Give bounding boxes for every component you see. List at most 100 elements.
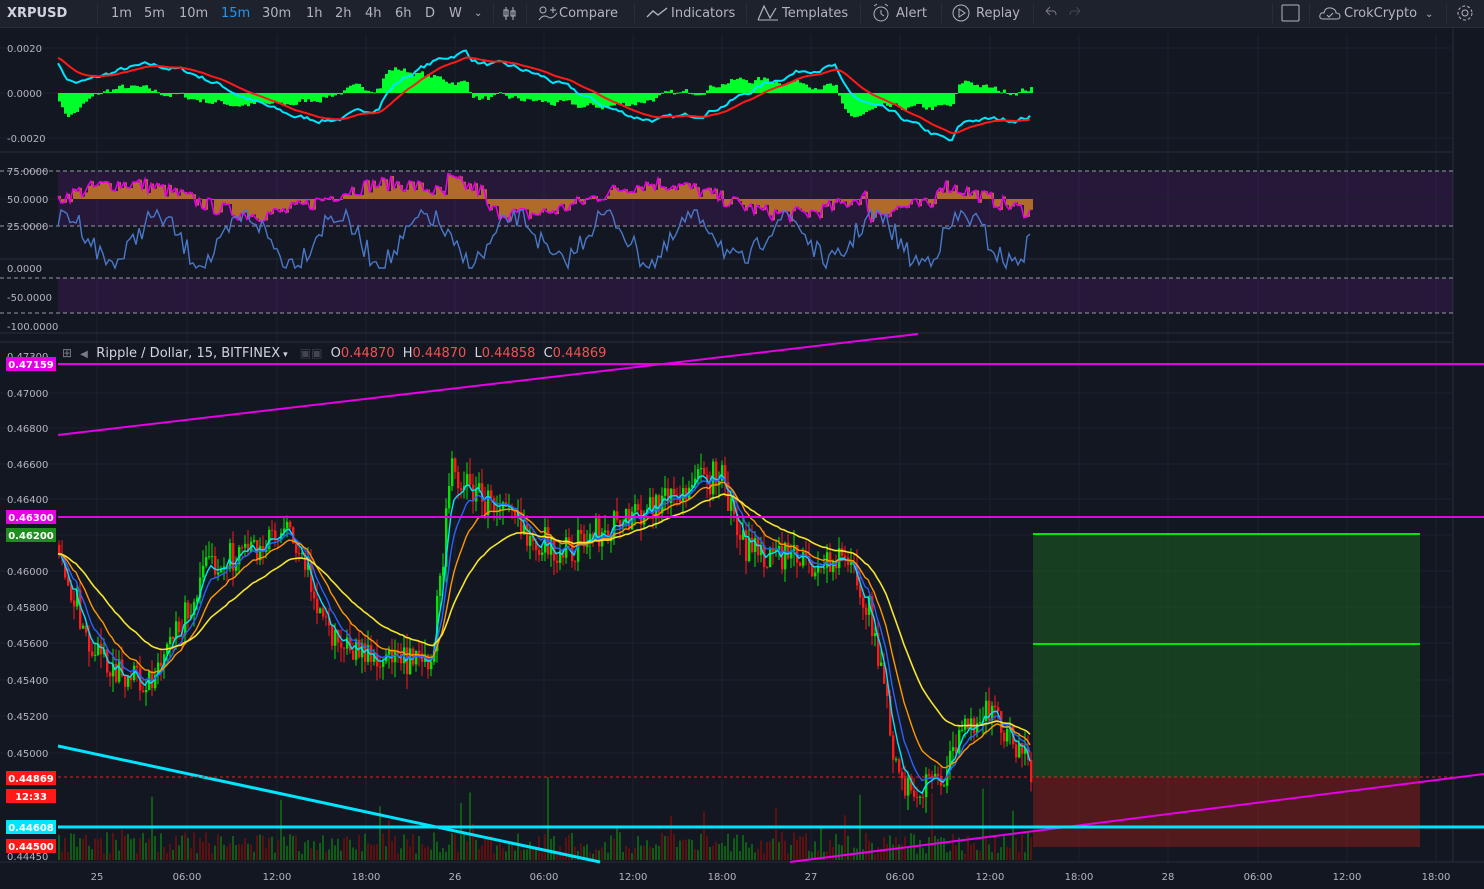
templates-button[interactable]: Templates bbox=[756, 0, 848, 27]
volume-bar bbox=[226, 846, 228, 860]
candle-body bbox=[961, 729, 964, 731]
macd-histogram-bar bbox=[997, 90, 1000, 93]
macd-histogram-bar bbox=[973, 85, 976, 93]
volume-bar bbox=[58, 835, 60, 860]
interval-chevron-down-icon[interactable]: ⌄ bbox=[474, 0, 482, 27]
interval-1m[interactable]: 1m bbox=[111, 0, 132, 27]
toolbar-divider bbox=[941, 4, 942, 23]
volume-bar bbox=[364, 833, 366, 860]
fullscreen-icon[interactable] bbox=[1281, 0, 1301, 27]
rsi-fill-bar bbox=[94, 186, 97, 199]
rsi-fill-bar bbox=[415, 189, 418, 199]
rsi-fill-bar bbox=[811, 199, 814, 211]
macd-histogram-bar bbox=[631, 93, 634, 105]
candle-body bbox=[700, 468, 703, 470]
legend-collapse-icon[interactable]: ◀ bbox=[80, 346, 92, 364]
macd-histogram-bar bbox=[58, 93, 61, 102]
volume-bar bbox=[82, 838, 84, 860]
layout-menu-button[interactable]: CrokCrypto ⌄ bbox=[1318, 0, 1433, 27]
macd-histogram-bar bbox=[520, 93, 523, 101]
interval-4h[interactable]: 4h bbox=[365, 0, 382, 27]
volume-bar bbox=[988, 844, 990, 860]
volume-bar bbox=[622, 851, 624, 860]
volume-bar bbox=[274, 852, 276, 860]
volume-bar bbox=[67, 852, 69, 860]
symbol-search[interactable]: XRPUSD bbox=[7, 0, 67, 27]
volume-bar bbox=[265, 848, 267, 860]
interval-d[interactable]: D bbox=[425, 0, 435, 27]
macd-histogram-bar bbox=[1012, 93, 1015, 95]
interval-30m[interactable]: 30m bbox=[262, 0, 291, 27]
volume-bar bbox=[73, 833, 75, 860]
macd-histogram-bar bbox=[640, 93, 643, 103]
rsi-fill-bar bbox=[988, 194, 991, 199]
macd-histogram-bar bbox=[124, 88, 127, 93]
rsi-fill-bar bbox=[670, 188, 673, 199]
macd-histogram-bar bbox=[934, 93, 937, 107]
volume-bar bbox=[994, 837, 996, 860]
macd-histogram-bar bbox=[145, 85, 148, 93]
legend-toggle-icon[interactable]: ⊞ bbox=[62, 344, 76, 362]
rsi-fill-bar bbox=[679, 184, 682, 199]
rsi-fill-bar bbox=[526, 199, 529, 210]
rsi-fill-bar bbox=[127, 187, 130, 199]
volume-bar bbox=[685, 839, 687, 860]
indicators-button[interactable]: Indicators bbox=[645, 0, 735, 27]
candles-icon[interactable] bbox=[502, 0, 518, 27]
legend-settings-icon[interactable]: ▣▣ bbox=[300, 344, 323, 362]
symbol-chevron-down-icon[interactable]: ▾ bbox=[283, 346, 288, 364]
interval-6h[interactable]: 6h bbox=[395, 0, 412, 27]
candle-body bbox=[469, 473, 472, 485]
volume-bar bbox=[682, 839, 684, 860]
macd-histogram-bar bbox=[130, 85, 133, 93]
undo-icon[interactable] bbox=[1042, 0, 1058, 27]
macd-histogram-bar bbox=[1027, 91, 1030, 93]
volume-bar bbox=[400, 848, 402, 860]
macd-histogram-bar bbox=[121, 84, 124, 93]
interval-10m[interactable]: 10m bbox=[179, 0, 208, 27]
rsi-fill-bar bbox=[802, 199, 805, 211]
volume-bar bbox=[163, 847, 165, 860]
volume-bar bbox=[136, 852, 138, 860]
volume-bar bbox=[298, 851, 300, 860]
macd-histogram-bar bbox=[745, 80, 748, 93]
volume-bar bbox=[712, 845, 714, 860]
macd-histogram-bar bbox=[922, 93, 925, 108]
volume-bar bbox=[874, 853, 876, 860]
macd-histogram-bar bbox=[439, 76, 442, 93]
volume-bar bbox=[646, 840, 648, 860]
alert-button[interactable]: Alert bbox=[870, 0, 927, 27]
rsi-fill-bar bbox=[457, 178, 460, 199]
interval-5m[interactable]: 5m bbox=[144, 0, 165, 27]
rsi-fill-bar bbox=[493, 199, 496, 206]
volume-bar bbox=[541, 851, 543, 860]
rsi-fill-bar bbox=[805, 199, 808, 213]
macd-histogram-bar bbox=[565, 93, 568, 101]
interval-2h[interactable]: 2h bbox=[335, 0, 352, 27]
interval-w[interactable]: W bbox=[449, 0, 462, 27]
redo-icon[interactable] bbox=[1068, 0, 1084, 27]
rsi-fill-bar bbox=[712, 193, 715, 199]
interval-15m[interactable]: 15m bbox=[221, 0, 250, 27]
macd-histogram-bar bbox=[490, 93, 493, 97]
replay-button[interactable]: Replay bbox=[950, 0, 1020, 27]
rsi-fill-bar bbox=[553, 199, 556, 211]
chart-canvas[interactable]: 0.0020 0.0000 -0.0020 75.0000 50.0000 25.0000… bbox=[0, 28, 1484, 889]
compare-button[interactable]: Compare bbox=[537, 0, 618, 27]
macd-histogram-bar bbox=[967, 81, 970, 93]
gear-icon[interactable] bbox=[1455, 0, 1475, 27]
rsi-fill-bar bbox=[121, 187, 124, 199]
macd-histogram-bar bbox=[451, 82, 454, 93]
macd-histogram-bar bbox=[637, 93, 640, 103]
volume-bar bbox=[103, 853, 105, 860]
symbol-title[interactable]: Ripple / Dollar, 15, BITFINEX bbox=[96, 345, 280, 363]
macd-histogram-bar bbox=[427, 74, 430, 93]
candle-body bbox=[208, 556, 211, 558]
volume-bar bbox=[673, 833, 675, 860]
candle-body bbox=[352, 650, 355, 660]
high-key: H bbox=[402, 346, 413, 361]
macd-histogram-bar bbox=[694, 93, 697, 96]
volume-bar bbox=[919, 839, 921, 860]
macd-histogram-bar bbox=[469, 91, 472, 93]
interval-1h[interactable]: 1h bbox=[306, 0, 323, 27]
